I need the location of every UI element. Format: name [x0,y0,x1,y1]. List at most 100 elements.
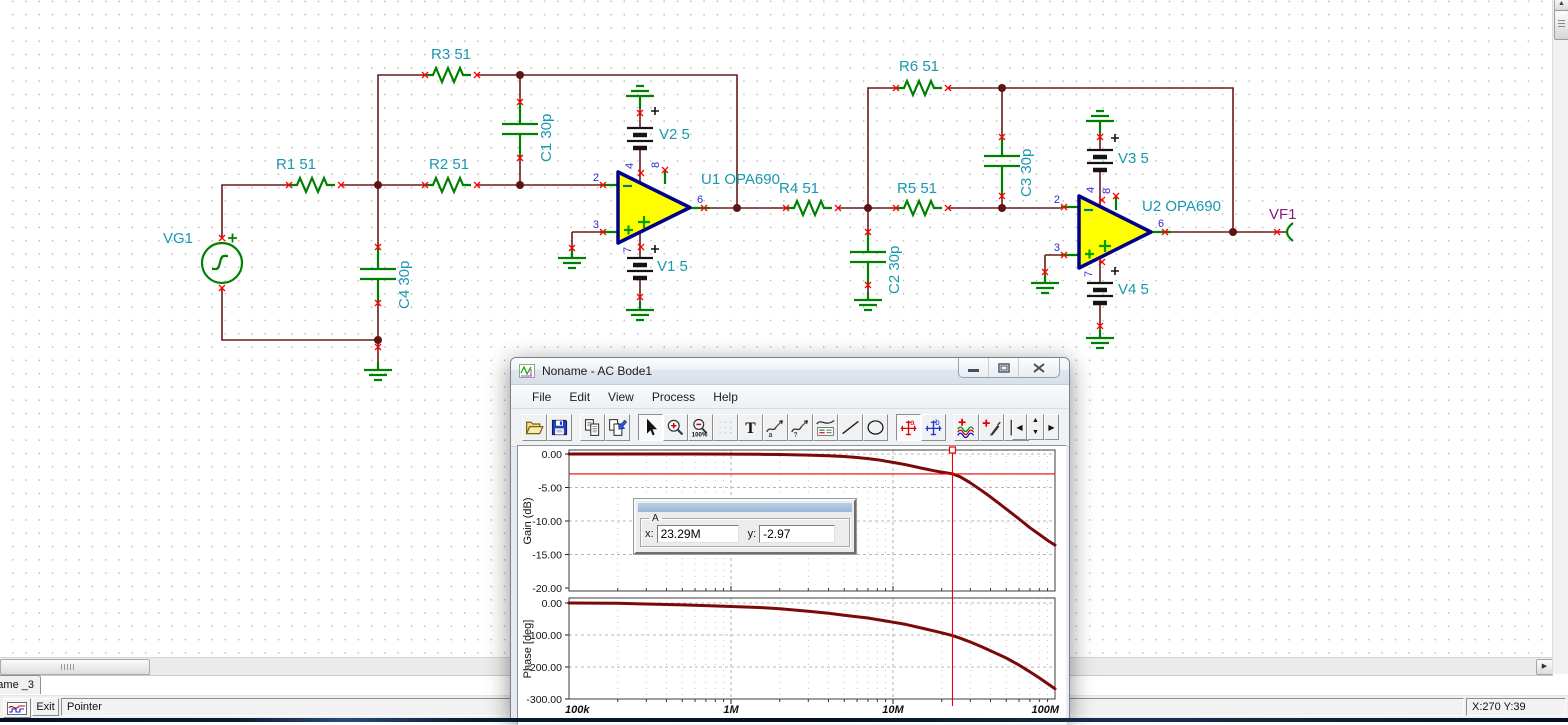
label-c2[interactable]: C2 30p [886,246,903,294]
annotate-a-button[interactable] [763,414,788,441]
menu-file[interactable]: File [523,387,560,407]
save-icon [549,417,570,438]
open-button[interactable] [522,414,547,441]
resistor-r3[interactable] [423,66,473,84]
vscroll-thumb[interactable] [1554,10,1568,40]
minimize-button[interactable] [959,358,989,377]
cursor-dialog[interactable]: A x: y: [634,499,856,554]
u1-pin3: 3 [593,219,599,231]
maximize-button[interactable] [989,358,1019,377]
cursor-y-input[interactable] [759,525,836,543]
u1-pin6: 6 [697,194,703,206]
line-button[interactable] [838,414,863,441]
nav-spinner[interactable]: ▲ ▼ [1027,414,1044,440]
cursor-a-button[interactable] [896,414,921,441]
open-icon [524,417,545,438]
copy-button[interactable] [580,414,605,441]
phase-axis-title: Phase [deg] [522,620,534,679]
label-c3[interactable]: C3 30p [1018,149,1035,197]
resistor-r1[interactable] [287,176,337,194]
windows-taskbar-edge[interactable] [0,718,1568,722]
annotate-a-icon [765,417,786,438]
menu-edit[interactable]: Edit [560,387,599,407]
paste-button[interactable] [605,414,630,441]
diagram-window-button[interactable] [3,698,31,718]
ground-symbol[interactable] [362,360,394,382]
hscroll-grip-icon [61,664,75,670]
label-vf1[interactable]: VF1 [1269,206,1297,223]
label-r2[interactable]: R2 51 [429,156,469,173]
save-button[interactable] [547,414,572,441]
gain-axis-title: Gain (dB) [522,497,534,544]
label-r4[interactable]: R4 51 [779,180,819,197]
label-r1[interactable]: R1 51 [276,156,316,173]
ground-symbol[interactable] [624,300,656,322]
toolbar: ◀ ▲ ▼ ▶ [511,409,1069,447]
label-r3[interactable]: R3 51 [431,46,471,63]
resistor-r2[interactable] [423,176,473,194]
legend-button[interactable] [813,414,838,441]
label-r6[interactable]: R6 51 [899,58,939,75]
label-u2[interactable]: U2 OPA690 [1142,198,1221,215]
menu-process[interactable]: Process [643,387,704,407]
pointer-button[interactable] [638,414,663,441]
ellipse-icon [865,417,886,438]
cursor-b-button[interactable] [921,414,946,441]
label-vg1[interactable]: VG1 [163,230,193,247]
titlebar[interactable]: Noname - AC Bode1 [511,358,1069,385]
label-v2[interactable]: V2 5 [659,126,690,143]
hscroll-thumb[interactable] [0,659,150,675]
grid-button[interactable] [713,414,738,441]
cursor-handle[interactable] [948,446,957,454]
label-c1[interactable]: C1 30p [538,114,555,162]
nav-left-button[interactable]: ◀ [1012,414,1027,440]
ground-symbol[interactable] [1084,109,1116,135]
annotate-b-button[interactable] [788,414,813,441]
label-v1[interactable]: V1 5 [657,258,688,275]
close-button[interactable] [1019,358,1059,377]
menu-help[interactable]: Help [704,387,747,407]
zoom-in-button[interactable] [663,414,688,441]
vertical-scrollbar[interactable]: ▲ [1552,0,1568,674]
u1-pin8: 8 [650,162,662,168]
ground-symbol[interactable] [556,248,588,270]
phase-curve[interactable] [567,601,1057,691]
capacitor-c4[interactable] [360,247,396,303]
output-terminal-vf1[interactable] [1285,222,1294,242]
ground-symbol[interactable] [1029,273,1061,295]
cursor-a-icon [898,417,919,438]
opamp-u1[interactable] [616,170,692,245]
phase-tick-label: 0.00 [542,598,563,610]
label-v3[interactable]: V3 5 [1118,150,1149,167]
cursor-b-icon [923,417,944,438]
cursor-dialog-titlebar[interactable] [638,503,852,512]
label-v4[interactable]: V4 5 [1118,281,1149,298]
cursor-x-input[interactable] [656,525,739,543]
u2-pin6: 6 [1158,218,1164,230]
resistor-r5[interactable] [894,199,944,217]
plot-panel[interactable]: 0.00 -5.00 -10.00 -15.00 -20.00 0.00 -100.00 -2… [517,445,1067,725]
resistor-r6[interactable] [894,79,944,97]
document-tab[interactable]: ame _3 [0,675,41,694]
label-c4[interactable]: C4 30p [396,261,413,309]
hscroll-right-arrow[interactable]: ▶ [1536,659,1553,675]
ground-symbol[interactable] [852,290,884,312]
capacitor-c1[interactable] [502,102,538,158]
ellipse-button[interactable] [863,414,888,441]
probe-button[interactable] [979,414,1004,441]
ground-symbol[interactable] [1084,328,1116,350]
resistor-r4[interactable] [784,199,834,217]
exit-button[interactable]: Exit [32,698,59,716]
coordinates-panel: X:270 Y:39 [1466,698,1566,716]
text-button[interactable] [738,414,763,441]
nav-right-button[interactable]: ▶ [1044,414,1059,440]
source-vg1[interactable] [200,233,244,285]
label-u1[interactable]: U1 OPA690 [701,171,780,188]
capacitor-c3[interactable] [984,137,1020,196]
add-curve-button[interactable] [954,414,979,441]
menu-view[interactable]: View [599,387,643,407]
capacitor-c2[interactable] [850,232,886,285]
label-r5[interactable]: R5 51 [897,180,937,197]
ground-symbol[interactable] [624,84,656,110]
zoom-100-button[interactable] [688,414,713,441]
